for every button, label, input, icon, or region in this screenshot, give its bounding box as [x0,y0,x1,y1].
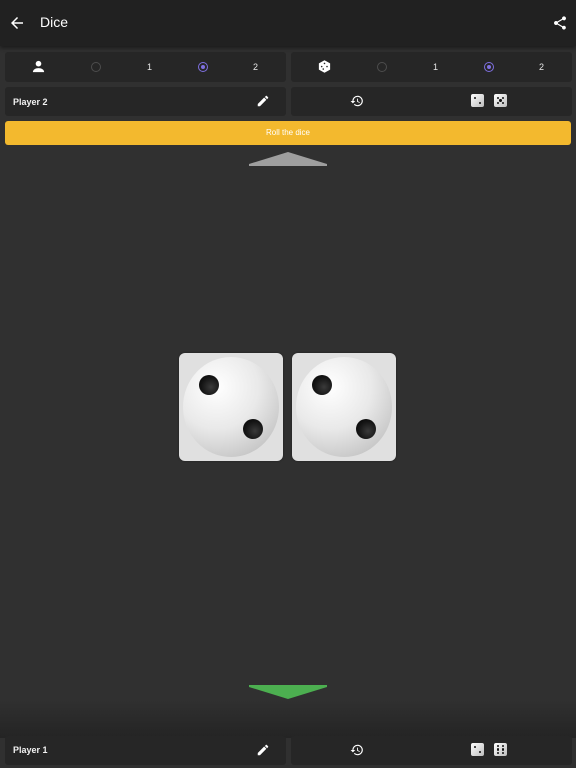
history-icon[interactable] [350,743,364,757]
dice-option-1-label: 1 [433,62,439,72]
die-face [296,357,392,457]
turn-indicator-down [249,685,327,699]
dice-radio-1[interactable] [377,62,387,72]
players-radio-2[interactable] [198,62,208,72]
bottom-player-name: Player 1 [13,745,48,755]
bottom-shade [0,700,576,738]
die-pip [312,375,332,395]
pencil-icon[interactable] [256,743,270,757]
dice-radio-2[interactable] [484,62,494,72]
arrow-back-icon[interactable] [8,14,26,32]
die-pip [243,419,263,439]
person-icon [32,60,45,73]
share-icon[interactable] [552,15,568,31]
players-radio-1[interactable] [91,62,101,72]
turn-indicator-up [249,152,327,166]
players-option-1-label: 1 [147,62,153,72]
players-option-2-label: 2 [253,62,259,72]
players-count-selector: 1 2 [5,52,286,82]
die-face-two-icon[interactable] [471,94,484,107]
die[interactable] [179,353,283,461]
die-pip [199,375,219,395]
history-icon[interactable] [350,94,364,108]
roll-dice-button[interactable]: Roll the dice [5,121,571,145]
die-face-six-icon[interactable] [494,743,507,756]
dice-option-2-label: 2 [539,62,545,72]
die-face-two-icon[interactable] [471,743,484,756]
die-pip [356,419,376,439]
pencil-icon[interactable] [256,94,270,108]
top-player-tools [291,87,572,116]
dice-count-selector: 1 2 [291,52,572,82]
app-bar: Dice [0,0,576,46]
top-player-name: Player 2 [13,97,48,107]
die[interactable] [292,353,396,461]
bottom-player-tools [291,736,572,765]
die-icon [318,60,331,73]
die-face [183,357,279,457]
die-face-five-icon[interactable] [494,94,507,107]
page-title: Dice [40,14,69,30]
